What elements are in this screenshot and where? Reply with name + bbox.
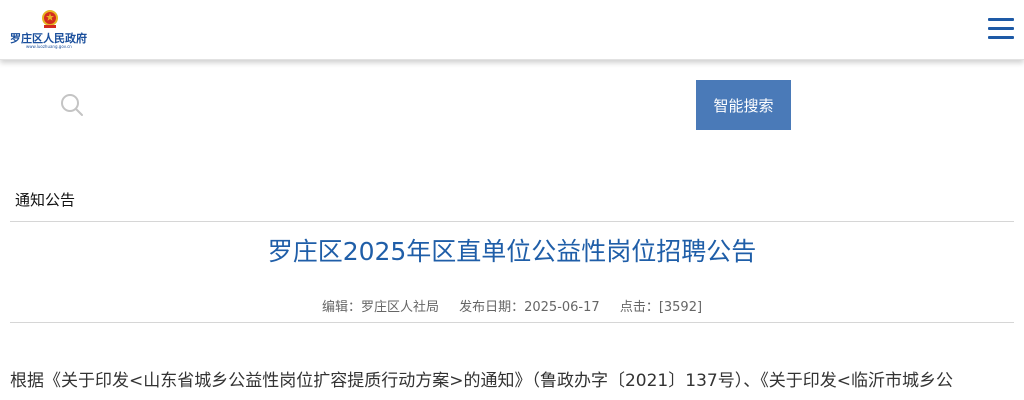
national-emblem-icon xyxy=(42,10,58,28)
article-hits: 点击：[3592] xyxy=(619,300,703,315)
search-icon xyxy=(61,94,83,116)
page-title: 罗庄区2025年区直单位公益性岗位招聘公告 xyxy=(267,237,757,266)
logo-url: www.luozhuang.gov.cn xyxy=(26,44,72,49)
site-header: 罗庄区人民政府 www.luozhuang.gov.cn xyxy=(0,0,1024,60)
site-logo[interactable]: 罗庄区人民政府 www.luozhuang.gov.cn xyxy=(10,8,92,52)
article-editor: 编辑：罗庄区人社局 xyxy=(321,300,439,315)
article-meta: 编辑：罗庄区人社局 发布日期：2025-06-17 点击：[3592] xyxy=(0,296,1024,315)
article-date: 发布日期：2025-06-17 xyxy=(459,300,600,315)
breadcrumb[interactable]: 通知公告 xyxy=(15,189,75,210)
hamburger-menu-icon[interactable] xyxy=(988,18,1014,42)
article-body: 根据《关于印发<山东省城乡公益性岗位扩容提质行动方案>的通知》（鲁政办字〔202… xyxy=(10,371,953,391)
smart-search-button[interactable]: 智能搜索 xyxy=(696,80,791,130)
search-input[interactable] xyxy=(96,82,686,126)
divider xyxy=(10,221,1014,222)
divider xyxy=(10,322,1014,323)
